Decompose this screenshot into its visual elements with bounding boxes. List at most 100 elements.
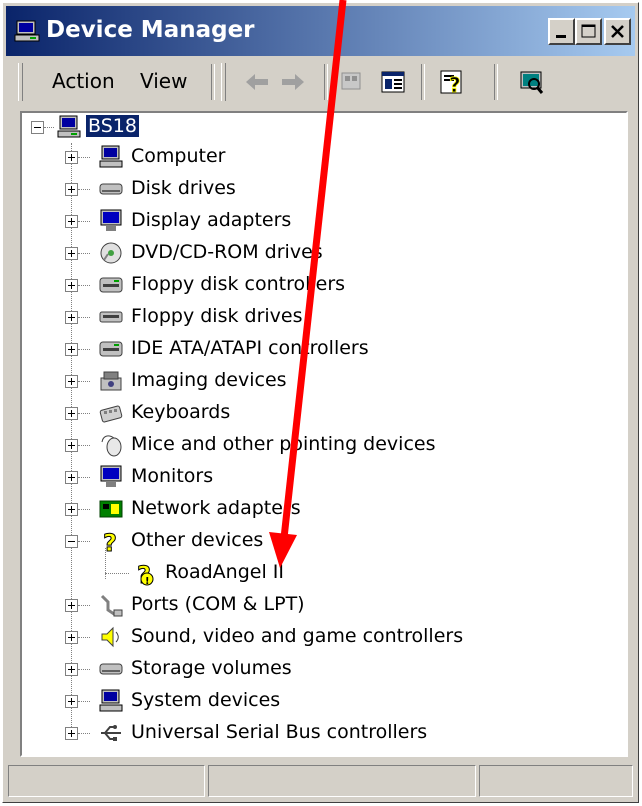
tree-category-item[interactable]: Floppy disk controllers xyxy=(22,271,622,301)
tree-connector xyxy=(78,541,90,542)
tree-category-item[interactable]: Universal Serial Bus controllers xyxy=(22,719,622,749)
tree-connector xyxy=(105,573,129,574)
tree-category-item[interactable]: Storage volumes xyxy=(22,655,622,685)
expand-icon[interactable] xyxy=(65,471,78,484)
tree-connector xyxy=(78,637,90,638)
expand-icon[interactable] xyxy=(65,727,78,740)
tree-connector xyxy=(78,381,90,382)
tree-root[interactable]: BS18 xyxy=(22,113,622,143)
tree-category-item[interactable]: Ports (COM & LPT) xyxy=(22,591,622,621)
port-icon xyxy=(100,594,123,617)
toolbar-separator xyxy=(211,64,215,100)
tree-item-label: System devices xyxy=(131,689,281,711)
tree-connector xyxy=(78,253,90,254)
window-title: Device Manager xyxy=(46,17,255,43)
tree-item-label: Universal Serial Bus controllers xyxy=(131,721,428,743)
expand-icon[interactable] xyxy=(65,279,78,292)
tree-category-item[interactable]: Display adapters xyxy=(22,207,622,237)
properties-help-icon[interactable]: ? xyxy=(437,67,467,97)
tree-category-item[interactable]: Floppy disk drives xyxy=(22,303,622,333)
tree-category-item[interactable]: Imaging devices xyxy=(22,367,622,397)
tree-category-item[interactable]: Sound, video and game controllers xyxy=(22,623,622,653)
tree-item-label: Network adapters xyxy=(131,497,301,519)
menu-view[interactable]: View xyxy=(140,69,187,93)
back-arrow-icon[interactable] xyxy=(242,67,272,97)
tree-item-label: Monitors xyxy=(131,465,214,487)
expand-icon[interactable] xyxy=(65,375,78,388)
tree-child-item[interactable]: ?! RoadAngel II xyxy=(22,559,622,589)
keyboard-icon xyxy=(99,405,123,423)
device-manager-icon xyxy=(14,20,40,42)
expand-icon[interactable] xyxy=(65,343,78,356)
toolbar-grip[interactable] xyxy=(18,63,23,101)
title-bar[interactable]: Device Manager xyxy=(6,6,635,56)
forward-arrow-icon[interactable] xyxy=(278,67,308,97)
tree-connector xyxy=(78,317,90,318)
tree-item-label: DVD/CD-ROM drives xyxy=(131,241,323,263)
tree-item-label: RoadAngel II xyxy=(165,561,284,583)
expand-icon[interactable] xyxy=(65,631,78,644)
expand-icon[interactable] xyxy=(65,407,78,420)
expand-icon[interactable] xyxy=(65,695,78,708)
monitor-icon xyxy=(100,465,122,487)
tree-category-item[interactable]: IDE ATA/ATAPI controllers xyxy=(22,335,622,365)
expand-icon[interactable] xyxy=(65,215,78,228)
tree-item-label: Ports (COM & LPT) xyxy=(131,593,305,615)
svg-text:?: ? xyxy=(103,529,117,554)
tree-category-item[interactable]: DVD/CD-ROM drives xyxy=(22,239,622,269)
tree-connector xyxy=(78,605,90,606)
show-hide-tree-icon[interactable] xyxy=(378,67,408,97)
toolbar-grip[interactable] xyxy=(221,63,226,101)
expand-icon[interactable] xyxy=(65,151,78,164)
floppy-drive-icon xyxy=(99,311,123,323)
tree-connector xyxy=(78,669,90,670)
svg-text:!: ! xyxy=(145,576,150,586)
tree-item-label: Floppy disk drives xyxy=(131,305,303,327)
menu-action[interactable]: Action xyxy=(52,69,115,93)
system-device-icon xyxy=(99,689,123,712)
tree-category-item[interactable]: Computer xyxy=(22,143,622,173)
tree-category-item[interactable]: Keyboards xyxy=(22,399,622,429)
tree-category-item[interactable]: Disk drives xyxy=(22,175,622,205)
scan-hardware-icon[interactable] xyxy=(516,67,546,97)
tree-item-label: Floppy disk controllers xyxy=(131,273,346,295)
status-panel-1 xyxy=(8,765,205,797)
tree-connector xyxy=(78,189,90,190)
root-computer-name[interactable]: BS18 xyxy=(86,115,139,137)
expand-icon[interactable] xyxy=(65,503,78,516)
expand-icon[interactable] xyxy=(65,183,78,196)
device-tree[interactable]: BS18 Computer Disk drives Display adapters… xyxy=(20,111,628,757)
tree-category-item[interactable]: Network adapters xyxy=(22,495,622,525)
device-manager-window: Device Manager Action View ? BS18 Comput… xyxy=(2,2,639,803)
toolbar-separator xyxy=(494,64,498,100)
tree-connector xyxy=(78,733,90,734)
expand-icon[interactable] xyxy=(65,599,78,612)
tree-category-item[interactable]: Mice and other pointing devices xyxy=(22,431,622,461)
disk-drive-icon xyxy=(99,183,123,195)
tree-connector xyxy=(78,157,90,158)
expand-icon[interactable] xyxy=(65,311,78,324)
maximize-button[interactable] xyxy=(575,18,602,45)
warning-device-icon: ?! xyxy=(137,561,154,586)
minimize-button[interactable] xyxy=(548,18,575,45)
collapse-icon[interactable] xyxy=(31,121,44,134)
collapse-icon[interactable] xyxy=(65,535,78,548)
tree-category-item[interactable]: Monitors xyxy=(22,463,622,493)
close-button[interactable] xyxy=(604,18,631,45)
svg-text:?: ? xyxy=(449,73,461,97)
expand-icon[interactable] xyxy=(65,663,78,676)
up-level-icon[interactable] xyxy=(336,67,366,97)
expand-icon[interactable] xyxy=(65,247,78,260)
tree-item-label: Keyboards xyxy=(131,401,231,423)
computer-icon xyxy=(99,145,123,168)
tree-item-label: Storage volumes xyxy=(131,657,292,679)
expand-icon[interactable] xyxy=(65,439,78,452)
tree-item-label: IDE ATA/ATAPI controllers xyxy=(131,337,369,359)
maximize-icon xyxy=(581,24,596,38)
tree-category-item[interactable]: System devices xyxy=(22,687,622,717)
status-panel-3 xyxy=(479,765,633,797)
tree-connector xyxy=(78,221,90,222)
tree-category-item[interactable]: ? Other devices xyxy=(22,527,622,557)
toolbar: Action View ? xyxy=(6,59,635,107)
display-adapter-icon xyxy=(100,209,122,231)
